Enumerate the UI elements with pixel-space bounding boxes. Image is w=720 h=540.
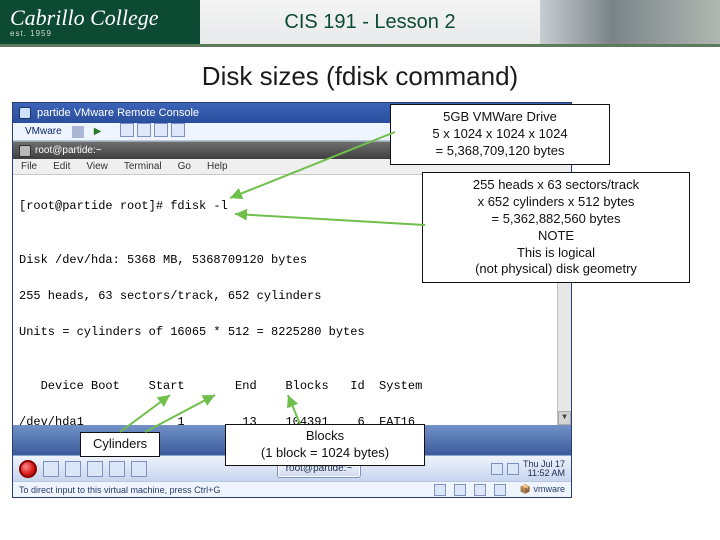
logo-est: est. 1959 xyxy=(10,29,200,38)
slide-title: Disk sizes (fdisk command) xyxy=(0,61,720,92)
toolbar-icon[interactable] xyxy=(120,123,134,137)
slide-header: Cabrillo College est. 1959 CIS 191 - Les… xyxy=(0,0,720,44)
taskbar-icon[interactable] xyxy=(87,461,103,477)
callout-line: x 652 cylinders x 512 bytes xyxy=(433,194,679,211)
taskbar-icon[interactable] xyxy=(43,461,59,477)
logo-text: Cabrillo College xyxy=(10,7,200,29)
taskbar-icon[interactable] xyxy=(109,461,125,477)
clock-time: 11:52 AM xyxy=(523,469,565,478)
toolbar-icon[interactable] xyxy=(137,123,151,137)
callout-line: (not physical) disk geometry xyxy=(433,261,679,278)
terminal-menu-terminal[interactable]: Terminal xyxy=(124,161,162,172)
toolbar-icon[interactable] xyxy=(154,123,168,137)
callout-line: NOTE xyxy=(433,228,679,245)
callout-line: 5 x 1024 x 1024 x 1024 xyxy=(401,126,599,143)
statusbar-hint: To direct input to this virtual machine,… xyxy=(19,485,220,495)
statusbar-dev-icon[interactable] xyxy=(434,484,446,496)
term-line: Units = cylinders of 16065 * 512 = 82252… xyxy=(19,323,565,341)
taskbar-clock: Thu Jul 17 11:52 AM xyxy=(523,460,565,478)
callout-line: Cylinders xyxy=(93,436,147,451)
scroll-down-icon[interactable]: ▼ xyxy=(558,411,571,425)
taskbar-icon[interactable] xyxy=(65,461,81,477)
vmware-menu-item[interactable]: VMware xyxy=(19,126,68,137)
terminal-menu-view[interactable]: View xyxy=(86,161,108,172)
statusbar-dev-icon[interactable] xyxy=(494,484,506,496)
college-logo: Cabrillo College est. 1959 xyxy=(0,0,200,44)
callout-line: = 5,362,882,560 bytes xyxy=(433,211,679,228)
callout-cylinders: Cylinders xyxy=(80,432,160,457)
callout-blocks: Blocks (1 block = 1024 bytes) xyxy=(225,424,425,466)
callout-line: = 5,368,709,120 bytes xyxy=(401,143,599,160)
statusbar-dev-icon[interactable] xyxy=(474,484,486,496)
taskbar-icon[interactable] xyxy=(131,461,147,477)
callout-line: (1 block = 1024 bytes) xyxy=(238,445,412,462)
statusbar-dev-icon[interactable] xyxy=(454,484,466,496)
terminal-menu-help[interactable]: Help xyxy=(207,161,228,172)
course-title: CIS 191 - Lesson 2 xyxy=(284,11,455,34)
header-divider xyxy=(0,44,720,47)
tray-icon[interactable] xyxy=(491,463,503,475)
callout-line: 5GB VMWare Drive xyxy=(401,109,599,126)
statusbar-brand: 📦 vmware xyxy=(514,484,565,495)
menubar-separator xyxy=(72,126,84,138)
vmware-icon xyxy=(19,107,31,119)
terminal-menu-go[interactable]: Go xyxy=(178,161,191,172)
redhat-start-icon[interactable] xyxy=(19,460,37,478)
terminal-menu-edit[interactable]: Edit xyxy=(53,161,70,172)
tray-icon[interactable] xyxy=(507,463,519,475)
callout-line: Blocks xyxy=(238,428,412,445)
callout-drive-size: 5GB VMWare Drive 5 x 1024 x 1024 x 1024 … xyxy=(390,104,610,165)
play-icon[interactable]: ▶ xyxy=(88,126,108,137)
terminal-menu-file[interactable]: File xyxy=(21,161,37,172)
course-title-band: CIS 191 - Lesson 2 xyxy=(200,0,540,44)
callout-line: 255 heads x 63 sectors/track xyxy=(433,177,679,194)
header-photo xyxy=(540,0,720,44)
system-tray: Thu Jul 17 11:52 AM xyxy=(491,460,565,478)
term-line: 255 heads, 63 sectors/track, 652 cylinde… xyxy=(19,287,565,305)
terminal-app-icon xyxy=(19,145,31,157)
term-line: Device Boot Start End Blocks Id System xyxy=(19,377,565,395)
vmware-toolbar-icons xyxy=(111,123,191,140)
callout-line: This is logical xyxy=(433,245,679,262)
vmware-statusbar: To direct input to this virtual machine,… xyxy=(13,481,571,497)
toolbar-icon[interactable] xyxy=(171,123,185,137)
callout-geometry: 255 heads x 63 sectors/track x 652 cylin… xyxy=(422,172,690,283)
